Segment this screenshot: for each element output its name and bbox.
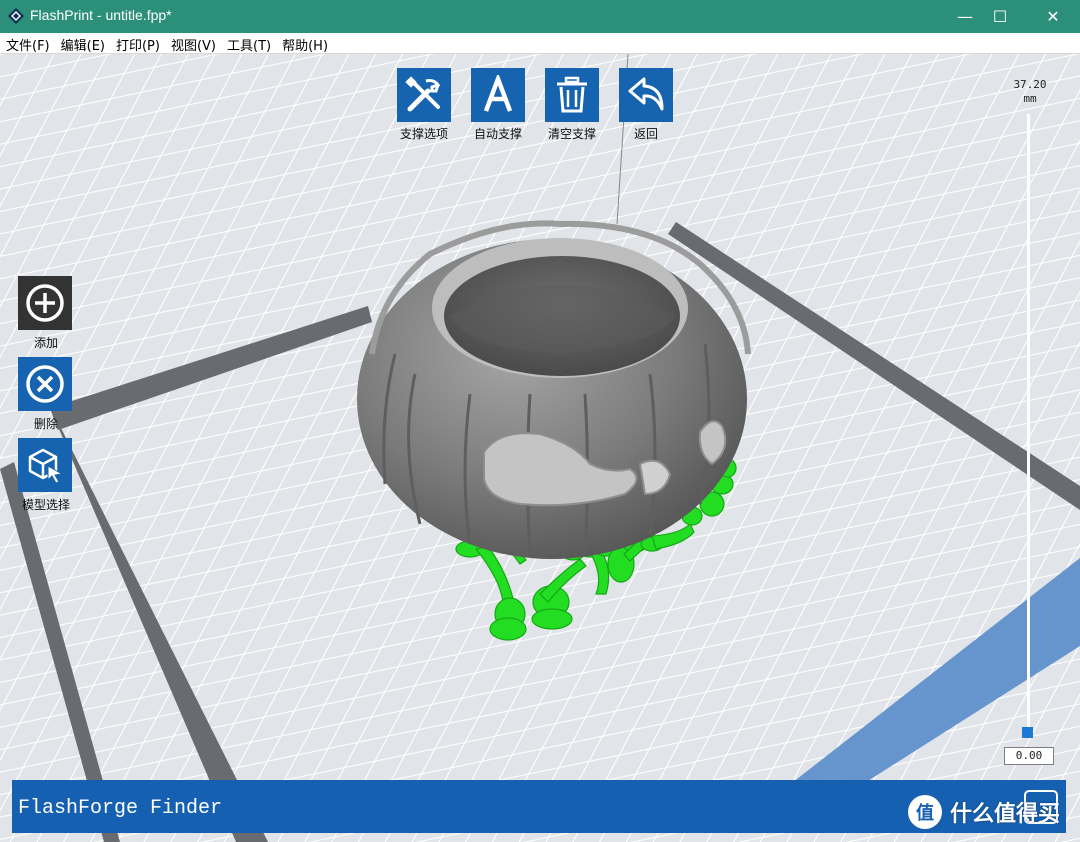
- menu-file[interactable]: 文件(F): [0, 33, 55, 54]
- height-max-readout: 37.20 mm: [1004, 78, 1056, 106]
- menu-print[interactable]: 打印(P): [110, 33, 165, 54]
- maximize-button[interactable]: ☐: [977, 0, 1023, 33]
- watermark: 值 什么值得买: [908, 792, 1060, 832]
- height-unit: mm: [1023, 92, 1037, 105]
- height-slider-handle[interactable]: [1022, 727, 1033, 738]
- add-model-label: 添加: [33, 336, 58, 350]
- clear-supports-button[interactable]: 清空支撑: [544, 68, 600, 142]
- tools-icon: [397, 68, 451, 122]
- menu-edit[interactable]: 编辑(E): [55, 33, 110, 54]
- back-button[interactable]: 返回: [618, 68, 674, 142]
- auto-support-button[interactable]: 自动支撑: [470, 68, 526, 142]
- letter-a-icon: [471, 68, 525, 122]
- height-slider-track[interactable]: [1027, 114, 1030, 734]
- flashprint-logo-icon: [8, 8, 24, 24]
- clear-supports-label: 清空支撑: [547, 127, 596, 141]
- undo-arrow-icon: [619, 68, 673, 122]
- height-current-value[interactable]: 0.00: [1004, 747, 1054, 765]
- menu-bar: 文件(F) 编辑(E) 打印(P) 视图(V) 工具(T) 帮助(H): [0, 33, 1080, 54]
- delete-model-label: 删除: [33, 417, 58, 431]
- 3d-viewport[interactable]: 支撑选项 自动支撑 清空支撑 返回 添加 删除 模型选择 37.20 mm 0.…: [0, 54, 1080, 842]
- plus-circle-icon: [18, 276, 72, 330]
- window-title: FlashPrint - untitle.fpp*: [30, 7, 172, 23]
- back-label: 返回: [633, 127, 658, 141]
- height-max-value: 37.20: [1013, 78, 1047, 91]
- flashprint-window: FlashPrint - untitle.fpp* — ☐ ✕ 文件(F) 编辑…: [0, 0, 1080, 842]
- support-options-button[interactable]: 支撑选项: [396, 68, 452, 142]
- build-plate-scene[interactable]: [0, 54, 1080, 842]
- menu-help[interactable]: 帮助(H): [276, 33, 333, 54]
- auto-support-label: 自动支撑: [473, 127, 522, 141]
- support-options-label: 支撑选项: [399, 127, 448, 141]
- x-circle-icon: [18, 357, 72, 411]
- model-select-label: 模型选择: [21, 498, 70, 512]
- watermark-text: 什么值得买: [950, 802, 1061, 827]
- add-model-button[interactable]: 添加: [17, 276, 75, 351]
- printer-name: FlashForge Finder: [18, 797, 223, 820]
- watermark-logo: 值: [908, 795, 942, 829]
- title-bar: FlashPrint - untitle.fpp* — ☐ ✕: [0, 0, 1080, 33]
- trash-icon: [545, 68, 599, 122]
- menu-view[interactable]: 视图(V): [165, 33, 221, 54]
- cube-cursor-icon: [18, 438, 72, 492]
- close-button[interactable]: ✕: [1030, 0, 1076, 33]
- model-select-button[interactable]: 模型选择: [17, 438, 75, 513]
- menu-tools[interactable]: 工具(T): [221, 33, 276, 54]
- delete-model-button[interactable]: 删除: [17, 357, 75, 432]
